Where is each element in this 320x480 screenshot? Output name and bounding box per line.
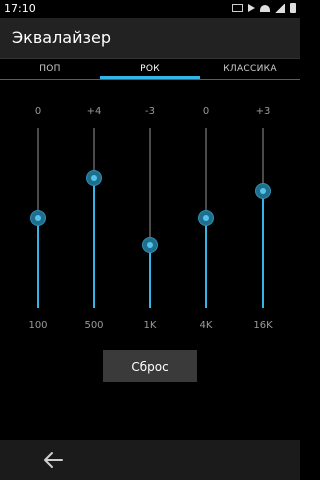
slider-thumb[interactable] (31, 211, 45, 225)
image-icon (232, 4, 243, 12)
band-slider[interactable] (143, 128, 157, 308)
band-fill (93, 178, 95, 308)
band-value: +4 (86, 106, 102, 117)
band-fill (149, 245, 151, 308)
tab-indicator (100, 76, 200, 79)
status-bar: 17:10 (0, 0, 300, 18)
band-fill (205, 218, 207, 308)
slider-thumb[interactable] (256, 184, 270, 198)
play-icon (248, 4, 255, 12)
band-frequency: 100 (28, 320, 48, 331)
reset-button[interactable]: Сброс (103, 350, 197, 382)
band-value: 0 (34, 106, 42, 117)
equalizer: 0 100 +4 500 -3 1K 0 4K +3 16K (0, 100, 300, 340)
band-frequency: 16K (253, 320, 273, 331)
band-slider[interactable] (256, 128, 270, 308)
band-500: +4 500 (74, 100, 114, 340)
preset-tabs: ПОП РОК КЛАССИКА (0, 59, 300, 80)
back-button[interactable] (38, 448, 68, 472)
band-slider[interactable] (199, 128, 213, 308)
band-16k: +3 16K (243, 100, 283, 340)
battery-icon (290, 3, 296, 13)
band-fill (37, 218, 39, 308)
app-title: Эквалайзер (12, 28, 112, 47)
band-slider[interactable] (31, 128, 45, 308)
tab-classic[interactable]: КЛАССИКА (200, 59, 300, 79)
band-100: 0 100 (18, 100, 58, 340)
band-fill (262, 191, 264, 308)
navigation-bar (0, 440, 300, 480)
action-bar: Эквалайзер (0, 18, 300, 59)
slider-thumb[interactable] (143, 238, 157, 252)
back-arrow-icon (44, 452, 63, 468)
band-1k: -3 1K (130, 100, 170, 340)
band-value: +3 (255, 106, 271, 117)
band-4k: 0 4K (186, 100, 226, 340)
status-time: 17:10 (4, 2, 36, 15)
wifi-icon (260, 4, 270, 12)
signal-icon (275, 3, 285, 13)
status-icons (232, 3, 296, 13)
band-value: -3 (145, 106, 155, 117)
band-value: 0 (202, 106, 210, 117)
slider-thumb[interactable] (87, 171, 101, 186)
band-slider[interactable] (87, 128, 101, 308)
tab-pop[interactable]: ПОП (0, 59, 100, 79)
band-frequency: 1K (143, 320, 157, 331)
band-frequency: 500 (84, 320, 104, 331)
band-frequency: 4K (199, 320, 213, 331)
slider-thumb[interactable] (199, 211, 213, 225)
